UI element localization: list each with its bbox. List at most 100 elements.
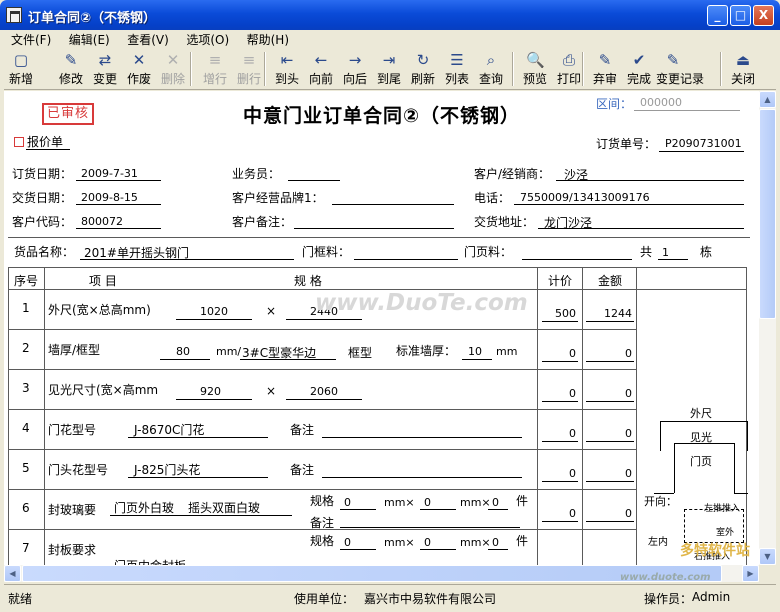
vertical-scroll-thumb[interactable] [759, 109, 776, 319]
spec-b-field[interactable]: 0 [424, 496, 431, 509]
table-column-border [582, 267, 583, 565]
toolbar-print-button[interactable]: ⎙ 打印 [552, 50, 586, 88]
row-width-field[interactable]: 1020 [200, 305, 228, 318]
customer-code-field[interactable]: 800072 [81, 215, 123, 228]
delivery-date-label: 交货日期： [12, 191, 73, 205]
scroll-left-arrow-icon[interactable]: ◀ [4, 565, 21, 582]
row-item-name: 门头花型号 [48, 463, 109, 477]
add-row-icon: ≡ [208, 51, 222, 69]
spec-a-field[interactable]: 0 [344, 536, 351, 549]
goods-label: 货品名称： [14, 245, 75, 259]
menu-file[interactable]: 文件(F) [4, 30, 58, 48]
row-qty-field[interactable]: 0 [540, 427, 576, 440]
row-amount-field[interactable]: 0 [584, 427, 632, 440]
row-qty-field[interactable]: 0 [540, 387, 576, 400]
field-underline [176, 399, 252, 400]
row-amount-field[interactable]: 0 [584, 467, 632, 480]
toolbar-first-button[interactable]: ⇤ 到头 [270, 50, 304, 88]
order-date-field[interactable]: 2009-7-31 [81, 167, 138, 180]
toolbar-search-button[interactable]: ⌕ 查询 [474, 50, 508, 88]
spec-b-field[interactable]: 0 [424, 536, 431, 549]
close-button[interactable]: X [753, 5, 774, 26]
panel-seal-field[interactable]: 门页内金封板 [114, 557, 186, 565]
toolbar-change-log-button[interactable]: ✎ 变更记录 [656, 50, 704, 88]
frame-material-label: 门框料： [302, 245, 351, 259]
spec-c-field[interactable]: 0 [492, 496, 499, 509]
preview-icon: 🔍 [526, 51, 545, 69]
toolbar-label: 删除 [160, 72, 185, 86]
delivery-date-field[interactable]: 2009-8-15 [81, 191, 138, 204]
toolbar-change-button[interactable]: ⇄ 变更 [88, 50, 122, 88]
phone-field[interactable]: 7550009/13413009176 [520, 191, 650, 204]
area-field[interactable]: 000000 [640, 96, 682, 109]
door-frame-diagram-line [674, 443, 675, 493]
toolbar-preview-button[interactable]: 🔍 预览 [518, 50, 552, 88]
standard-wall-field[interactable]: 10 [468, 345, 482, 358]
scroll-down-arrow-icon[interactable]: ▼ [759, 548, 776, 565]
total-label: 共 [640, 245, 653, 259]
minimize-button[interactable]: _ [707, 5, 728, 26]
row-qty-field[interactable]: 500 [540, 307, 576, 320]
total-count-field[interactable]: 1 [662, 246, 669, 259]
toolbar-add-row-button[interactable]: ≡ 增行 [198, 50, 232, 88]
operator-name: Admin [692, 590, 731, 604]
horizontal-scroll-thumb[interactable] [22, 565, 722, 582]
toolbar-delete-row-button[interactable]: ≡ 删行 [232, 50, 266, 88]
unit-mm-times: mm× [384, 536, 415, 549]
row-amount-field[interactable]: 0 [584, 507, 632, 520]
toolbar-label: 完成 [626, 72, 651, 86]
row-amount-field[interactable]: 1244 [584, 307, 632, 320]
toolbar-delete-button[interactable]: ✕ 删除 [156, 50, 190, 88]
phone-label: 电话： [474, 191, 511, 205]
toolbar-list-button[interactable]: ☰ 列表 [440, 50, 474, 88]
spec-c-field[interactable]: 0 [492, 536, 499, 549]
row-item-name: 封板要求 [48, 543, 97, 557]
toolbar-refresh-button[interactable]: ↻ 刷新 [406, 50, 440, 88]
pattern-model-field[interactable]: J-825门头花 [134, 461, 200, 478]
order-no-label: 订货单号： [596, 137, 657, 151]
field-underline [542, 441, 578, 442]
row-no: 3 [22, 381, 30, 395]
menu-options[interactable]: 选项(O) [179, 30, 236, 48]
change-icon: ⇄ [98, 51, 112, 69]
toolbar-last-button[interactable]: ⇥ 到尾 [372, 50, 406, 88]
toolbar-edit-button[interactable]: ✎ 修改 [54, 50, 88, 88]
toolbar-next-button[interactable]: → 向后 [338, 50, 372, 88]
menu-view[interactable]: 查看(V) [120, 30, 176, 48]
row-amount-field[interactable]: 0 [584, 387, 632, 400]
header-qty: 计价 [548, 274, 573, 288]
watermark-text: www.DuoTe.com [315, 290, 528, 316]
toolbar-void-button[interactable]: ✕ 作废 [122, 50, 156, 88]
area-label: 区间： [596, 97, 633, 111]
menu-help[interactable]: 帮助(H) [240, 30, 296, 48]
pattern-model-field[interactable]: J-8670C门花 [134, 421, 204, 438]
menu-edit[interactable]: 编辑(E) [62, 30, 117, 48]
quote-checkbox[interactable] [14, 137, 24, 147]
toolbar-prev-button[interactable]: ← 向前 [304, 50, 338, 88]
row-qty-field[interactable]: 0 [540, 467, 576, 480]
toolbar-new-doc-button[interactable]: ▢ 新增 [4, 50, 38, 88]
table-column-border [8, 267, 9, 565]
row-height-field[interactable]: 2060 [310, 385, 338, 398]
toolbar-exit-button[interactable]: ⏏ 关闭 [726, 50, 760, 88]
header-item: 项 目 [89, 274, 117, 288]
spec-a-field[interactable]: 0 [344, 496, 351, 509]
delete-row-icon: ≡ [242, 51, 256, 69]
field-underline [286, 399, 362, 400]
row-qty-field[interactable]: 0 [540, 347, 576, 360]
row-width-field[interactable]: 920 [200, 385, 221, 398]
scroll-right-arrow-icon[interactable]: ▶ [742, 565, 759, 582]
vertical-scrollbar[interactable]: ▲ ▼ [759, 91, 776, 565]
scroll-up-arrow-icon[interactable]: ▲ [759, 91, 776, 108]
toolbar-unapprove-button[interactable]: ✎ 弃审 [588, 50, 622, 88]
row-amount-field[interactable]: 0 [584, 347, 632, 360]
order-no-field[interactable]: P2090731001 [665, 137, 742, 150]
change-log-icon: ✎ [666, 51, 680, 69]
row-qty-field[interactable]: 0 [540, 507, 576, 520]
glass-door-field[interactable]: 门页外白玻 [114, 499, 174, 516]
glass-swing-field[interactable]: 摇头双面白玻 [188, 499, 260, 516]
maximize-button[interactable]: □ [730, 5, 751, 26]
toolbar-complete-button[interactable]: ✔ 完成 [622, 50, 656, 88]
wall-thickness-field[interactable]: 80 [176, 345, 190, 358]
toolbar-label: 新增 [8, 72, 33, 86]
